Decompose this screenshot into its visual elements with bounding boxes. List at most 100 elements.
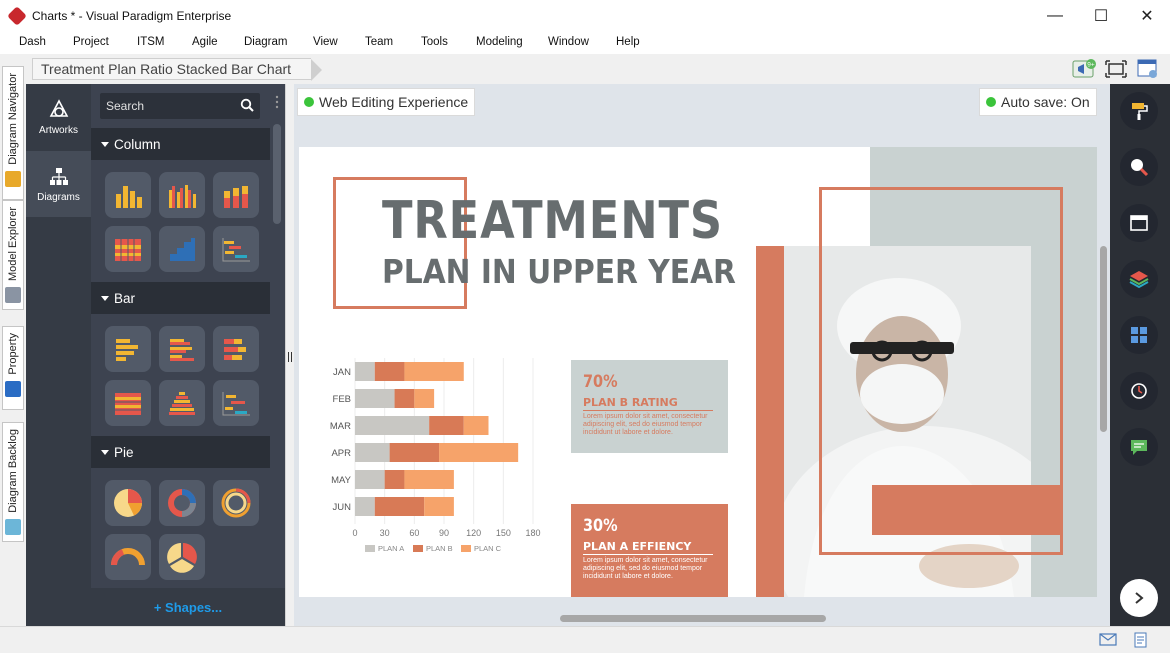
section-bar[interactable]: Bar [91, 282, 270, 314]
heat-bar-icon [115, 393, 141, 415]
layout-panel-icon[interactable] [1136, 58, 1160, 80]
shape-bar-grouped[interactable] [159, 326, 205, 372]
window-panel-button[interactable] [1120, 204, 1158, 242]
auto-save-indicator[interactable]: Auto save: On [979, 88, 1097, 116]
zoom-button[interactable] [1120, 148, 1158, 186]
grid-panel-button[interactable] [1120, 316, 1158, 354]
plan-a-heading: PLAN A EFFIENCY [583, 540, 713, 555]
stacked-bar-chart[interactable]: 0 30 60 90 120 150 180 JAN FEB MAR APR MAY JUN PLAN A… [319, 352, 559, 567]
stacked-bar-icon [224, 339, 246, 360]
section-column[interactable]: Column [91, 128, 270, 160]
fit-to-window-icon[interactable] [1104, 58, 1128, 80]
maximize-button[interactable]: ☐ [1078, 0, 1124, 32]
notification-icon[interactable]: 9+ [1072, 58, 1096, 80]
shape-bar-pyramid[interactable] [159, 380, 205, 426]
infographic-title[interactable]: TREATMENTS [382, 193, 723, 249]
close-button[interactable]: ✕ [1124, 0, 1170, 32]
diagram-canvas[interactable]: Web Editing Experience Auto save: On TRE… [294, 84, 1110, 626]
tab-diagram-backlog[interactable]: Diagram Backlog [2, 422, 24, 542]
drag-grip-icon[interactable] [275, 94, 279, 112]
menu-dash[interactable]: Dash [19, 36, 46, 48]
shape-bar-basic[interactable] [105, 326, 151, 372]
format-painter-button[interactable] [1120, 92, 1158, 130]
legend-swatch [365, 545, 375, 552]
search-icon[interactable] [240, 98, 254, 112]
bar-segment [439, 443, 519, 462]
x-tick-label: 90 [439, 528, 449, 538]
magnifier-icon [1131, 159, 1149, 177]
shape-bar-stacked[interactable] [213, 326, 259, 372]
diagrams-icon [49, 167, 68, 185]
menu-window[interactable]: Window [548, 36, 589, 48]
bar-segment [355, 362, 375, 381]
tab-diagram-navigator[interactable]: Diagram Navigator [2, 66, 24, 200]
section-pie[interactable]: Pie [91, 436, 270, 468]
shape-pie-basic[interactable] [105, 480, 151, 526]
palette-search[interactable] [100, 93, 260, 119]
menu-agile[interactable]: Agile [192, 36, 218, 48]
breadcrumb[interactable]: Treatment Plan Ratio Stacked Bar Chart [32, 58, 323, 81]
document-edit-icon[interactable] [1133, 632, 1149, 648]
palette-side-tabs: Artworks Diagrams [26, 84, 91, 626]
property-icon [5, 380, 21, 397]
x-tick-label: 180 [525, 528, 540, 538]
plan-a-card[interactable]: 30% PLAN A EFFIENCY Lorem ipsum dolor si… [571, 504, 728, 597]
menu-team[interactable]: Team [365, 36, 393, 48]
shape-column-heat[interactable] [105, 226, 151, 272]
menu-itsm[interactable]: ITSM [137, 36, 164, 48]
shape-palette: Column Bar Pie + Shapes... [91, 84, 285, 626]
canvas-horizontal-scrollbar[interactable] [560, 615, 826, 622]
diagram-navigator-icon [5, 170, 21, 187]
shape-pie-exploded[interactable] [159, 534, 205, 580]
plan-b-percent: 70% [583, 372, 618, 392]
heat-column-icon [115, 239, 141, 261]
shape-bar-range[interactable] [213, 380, 259, 426]
tab-diagrams[interactable]: Diagrams [26, 151, 91, 217]
menu-diagram[interactable]: Diagram [244, 36, 287, 48]
shape-donut[interactable] [159, 480, 205, 526]
half-donut-icon [111, 548, 145, 566]
shape-column-range[interactable] [213, 226, 259, 272]
menu-help[interactable]: Help [616, 36, 640, 48]
shape-half-donut[interactable] [105, 534, 151, 580]
palette-splitter[interactable] [285, 84, 294, 626]
more-shapes-link[interactable]: + Shapes... [91, 588, 285, 626]
canvas-vertical-scrollbar[interactable] [1100, 246, 1107, 432]
shape-bar-heat[interactable] [105, 380, 151, 426]
minimize-button[interactable]: — [1032, 0, 1078, 32]
web-editing-label: Web Editing Experience [319, 94, 469, 110]
search-input[interactable] [100, 99, 230, 113]
comments-button[interactable] [1120, 428, 1158, 466]
bar-segment [424, 497, 454, 516]
palette-scrollbar[interactable] [273, 124, 281, 224]
pyramid-bar-icon [169, 392, 195, 415]
history-button[interactable] [1120, 372, 1158, 410]
menu-project[interactable]: Project [73, 36, 109, 48]
menu-tools[interactable]: Tools [421, 36, 448, 48]
menu-view[interactable]: View [313, 36, 338, 48]
status-bar [0, 626, 1170, 653]
tab-label: Diagram Backlog [7, 429, 19, 513]
shape-column-step[interactable] [159, 226, 205, 272]
x-tick-label: 30 [380, 528, 390, 538]
x-tick-label: 0 [352, 528, 357, 538]
expand-panel-button[interactable] [1120, 579, 1158, 617]
mail-icon[interactable] [1099, 632, 1117, 646]
shape-column-stacked[interactable] [213, 172, 259, 218]
web-editing-indicator[interactable]: Web Editing Experience [297, 88, 476, 116]
menu-modeling[interactable]: Modeling [476, 36, 523, 48]
layers-button[interactable] [1120, 260, 1158, 298]
infographic-subtitle[interactable]: PLAN IN UPPER YEAR [382, 253, 736, 291]
shape-ring[interactable] [213, 480, 259, 526]
tab-model-explorer[interactable]: Model Explorer [2, 200, 24, 310]
photo-accent-bar[interactable] [872, 485, 1063, 535]
shape-column-grouped[interactable] [159, 172, 205, 218]
plan-b-card[interactable]: 70% PLAN B RATING Lorem ipsum dolor sit … [571, 360, 728, 453]
infographic-page[interactable]: TREATMENTS PLAN IN UPPER YEAR 0 30 60 90 120… [299, 147, 1097, 597]
category-label: APR [331, 448, 351, 459]
section-label: Column [114, 136, 161, 152]
tab-artworks[interactable]: Artworks [26, 84, 91, 150]
stacked-column-icon [224, 186, 248, 208]
tab-property[interactable]: Property [2, 326, 24, 410]
shape-column-basic[interactable] [105, 172, 151, 218]
